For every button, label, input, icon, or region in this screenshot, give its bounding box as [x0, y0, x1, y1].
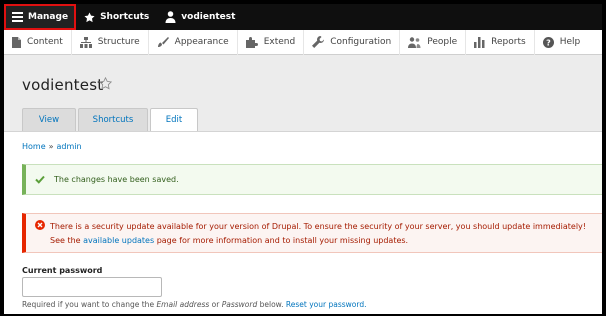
- add-shortcut-star-icon[interactable]: [98, 76, 113, 93]
- menu-item-help[interactable]: ? Help: [535, 30, 589, 55]
- menu-item-configuration[interactable]: Configuration: [304, 29, 401, 55]
- error-message-line2: See the available updates page for more …: [35, 234, 599, 248]
- current-password-help: Required if you want to change the Email…: [22, 300, 366, 309]
- menu-item-label: Content: [27, 37, 63, 47]
- tab-edit[interactable]: Edit: [150, 108, 198, 131]
- current-password-input[interactable]: [22, 277, 162, 297]
- menu-item-content[interactable]: Content: [4, 29, 72, 55]
- menu-item-label: Help: [559, 37, 581, 47]
- available-updates-link[interactable]: available updates: [83, 236, 154, 245]
- error-message: There is a security update available for…: [22, 213, 602, 253]
- menu-item-label: Structure: [97, 37, 140, 47]
- people-icon: [408, 36, 421, 48]
- status-message: The changes have been saved.: [22, 164, 602, 195]
- user-label: vodientest: [181, 12, 236, 22]
- star-icon: [84, 11, 95, 23]
- breadcrumb-current-link[interactable]: admin: [57, 142, 82, 151]
- error-text-prefix: See the: [50, 236, 84, 245]
- help-text-below: below.: [257, 300, 286, 309]
- manage-button[interactable]: Manage: [4, 4, 77, 30]
- status-message-text: The changes have been saved.: [54, 175, 179, 184]
- menu-item-label: Reports: [491, 37, 526, 47]
- page-title: vodientest: [22, 76, 104, 94]
- wrench-icon: [312, 36, 325, 48]
- breadcrumb-home-link[interactable]: Home: [22, 142, 46, 151]
- menu-item-structure[interactable]: Structure: [72, 29, 149, 55]
- user-account-button[interactable]: vodientest: [157, 4, 243, 30]
- menu-item-label: People: [427, 37, 458, 47]
- help-text-prefix: Required if you want to change the: [22, 300, 157, 309]
- breadcrumb-separator: »: [48, 142, 54, 151]
- svg-text:?: ?: [546, 38, 551, 47]
- user-icon: [165, 11, 176, 23]
- current-password-label: Current password: [22, 266, 103, 275]
- drupal-admin-window: Manage Shortcuts vodientest Content Stru…: [4, 4, 602, 314]
- tab-view[interactable]: View: [22, 108, 76, 131]
- shortcuts-button[interactable]: Shortcuts: [76, 4, 157, 30]
- error-message-line1: There is a security update available for…: [50, 222, 586, 231]
- reset-password-link[interactable]: Reset your password.: [286, 300, 367, 309]
- error-icon: [35, 220, 45, 230]
- help-icon: ?: [542, 36, 554, 48]
- menu-item-extend[interactable]: Extend: [238, 29, 305, 55]
- document-icon: [12, 36, 21, 48]
- page-header: vodientest View Shortcuts Edit: [4, 55, 602, 131]
- checkmark-icon: [35, 175, 45, 184]
- menu-item-appearance[interactable]: Appearance: [149, 29, 238, 55]
- bar-chart-icon: [474, 36, 485, 48]
- admin-toolbar: Manage Shortcuts vodientest: [4, 4, 602, 30]
- menu-item-label: Configuration: [330, 37, 392, 47]
- menu-item-people[interactable]: People: [400, 29, 467, 55]
- brush-icon: [157, 36, 169, 48]
- manage-label: Manage: [28, 12, 69, 22]
- error-text-suffix: page for more information and to install…: [154, 236, 409, 245]
- admin-menu-tray: Content Structure Appearance Extend Conf…: [4, 29, 602, 55]
- menu-item-reports[interactable]: Reports: [466, 29, 535, 55]
- tab-shortcuts[interactable]: Shortcuts: [78, 108, 148, 131]
- hamburger-menu-icon: [12, 12, 23, 22]
- main-content: Home» admin The changes have been saved. …: [4, 131, 602, 314]
- puzzle-icon: [245, 36, 258, 48]
- breadcrumb: Home» admin: [22, 142, 82, 151]
- help-text-or: or: [209, 300, 222, 309]
- help-text-password: Password: [221, 300, 258, 309]
- shortcuts-label: Shortcuts: [100, 12, 150, 22]
- structure-icon: [79, 36, 92, 48]
- primary-tabs: View Shortcuts Edit: [22, 108, 200, 131]
- menu-item-label: Appearance: [174, 37, 229, 47]
- help-text-email: Email address: [156, 300, 210, 309]
- menu-item-label: Extend: [263, 37, 296, 47]
